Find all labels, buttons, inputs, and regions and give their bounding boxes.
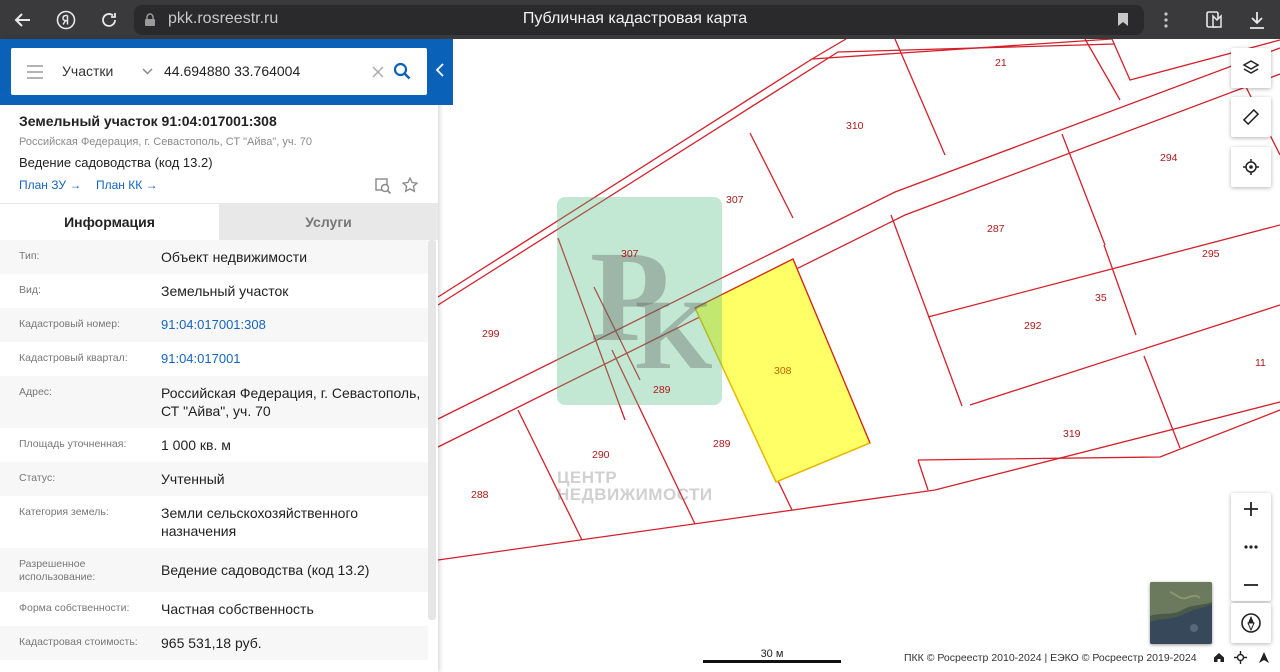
info-row-address: Адрес: Российская Федерация, г. Севастопо… bbox=[0, 376, 428, 428]
info-row-cadastral-number: Кадастровый номер: 91:04:017001:308 bbox=[0, 308, 428, 342]
search-bar: Участки 44.694880 33.764004 bbox=[0, 39, 453, 105]
search-input[interactable]: 44.694880 33.764004 bbox=[164, 63, 300, 79]
search-icon[interactable] bbox=[393, 62, 411, 80]
info-list: Тип: Объект недвижимости Вид: Земельный уч… bbox=[0, 240, 428, 672]
tab-information[interactable]: Информация bbox=[0, 203, 219, 240]
scale-bar bbox=[703, 660, 841, 663]
crosshair-icon bbox=[1243, 159, 1259, 175]
plan-kk-link[interactable]: План КК → bbox=[96, 178, 158, 192]
measure-button[interactable] bbox=[1231, 97, 1271, 137]
info-row-cadastral-value: Кадастровая стоимость: 965 531,18 руб. bbox=[0, 626, 428, 660]
parcel-label: 308 bbox=[774, 365, 792, 377]
info-row-kind: Вид: Земельный участок bbox=[19, 283, 289, 299]
parcel-label: 310 bbox=[846, 120, 864, 132]
search-category-select[interactable]: Участки bbox=[62, 63, 113, 79]
parcel-label: 288 bbox=[471, 489, 489, 501]
info-row-status: Статус: Учтенный bbox=[0, 462, 428, 496]
parcel-label: 290 bbox=[592, 449, 610, 461]
browser-bar: pkk.rosreestr.ru Публичная кадастровая к… bbox=[0, 0, 1280, 39]
parcel-label: 294 bbox=[1160, 152, 1178, 164]
locate-button[interactable] bbox=[1231, 147, 1271, 187]
parcel-label: 292 bbox=[1024, 320, 1042, 332]
compass-button[interactable] bbox=[1231, 603, 1271, 643]
parcel-label: 319 bbox=[1063, 428, 1081, 440]
zoom-controls bbox=[1231, 493, 1271, 601]
north-arrow-icon[interactable] bbox=[1258, 651, 1270, 664]
info-row-ownership: Форма собственности: Частная собственност… bbox=[19, 601, 314, 617]
more-dots-icon[interactable] bbox=[1243, 545, 1259, 549]
parcel-label: 289 bbox=[713, 438, 731, 450]
scale-label: 30 м bbox=[760, 648, 784, 660]
compass-icon bbox=[1241, 613, 1261, 633]
collections-icon[interactable] bbox=[1205, 10, 1225, 30]
panel-tabs: Информация Услуги bbox=[0, 203, 438, 240]
zoom-in-icon[interactable] bbox=[1243, 501, 1259, 517]
position-icon[interactable] bbox=[1234, 651, 1247, 664]
object-address: Российская Федерация, г. Севастополь, СТ… bbox=[19, 136, 312, 148]
chevron-down-icon[interactable] bbox=[142, 68, 153, 75]
home-icon[interactable] bbox=[1213, 652, 1225, 663]
layers-icon bbox=[1242, 60, 1260, 74]
tab-services[interactable]: Услуги bbox=[219, 203, 438, 240]
object-header: Земельный участок 91:04:017001:308 Росси… bbox=[0, 105, 438, 203]
parcel-label: 307 bbox=[621, 248, 639, 260]
parcel-label: 11 bbox=[1255, 357, 1266, 369]
parcel-label: 295 bbox=[1202, 248, 1220, 260]
minimap-satellite[interactable] bbox=[1150, 582, 1212, 644]
parcel-label: 307 bbox=[726, 194, 744, 206]
info-row-land-category: Категория земель: Земли сельскохозяйствен… bbox=[19, 505, 359, 539]
zoom-out-icon[interactable] bbox=[1243, 577, 1259, 593]
info-row-type: Тип: Объект недвижимости bbox=[0, 240, 428, 274]
cadastral-number-link[interactable]: 91:04:017001:308 bbox=[161, 308, 428, 342]
download-icon[interactable] bbox=[1248, 10, 1266, 30]
svg-text:K: K bbox=[635, 279, 713, 390]
plan-zu-link[interactable]: План ЗУ → bbox=[19, 178, 81, 192]
page-title: Публичная кадастровая карта bbox=[522, 10, 748, 27]
zoom-to-object-icon[interactable] bbox=[375, 178, 392, 194]
object-title: Земельный участок 91:04:017001:308 bbox=[19, 113, 277, 129]
satellite-thumbnail bbox=[1150, 582, 1212, 644]
info-row-area: Площадь уточненная: 1 000 кв. м bbox=[19, 437, 231, 453]
clear-icon[interactable] bbox=[372, 66, 384, 78]
watermark-text: ЦЕНТР НЕДВИЖИМОСТИ bbox=[557, 468, 713, 504]
object-purpose: Ведение садоводства (код 13.2) bbox=[19, 155, 213, 170]
menu-dots-icon[interactable] bbox=[1163, 11, 1169, 29]
layers-button[interactable] bbox=[1231, 48, 1271, 88]
parcel-label: 289 bbox=[653, 384, 671, 396]
hamburger-menu-icon[interactable] bbox=[26, 65, 44, 79]
parcel-label: 287 bbox=[987, 223, 1005, 235]
ruler-icon bbox=[1242, 108, 1260, 126]
parcel-label: 21 bbox=[995, 57, 1007, 69]
bookmark-icon[interactable] bbox=[1117, 12, 1129, 27]
search-box: Участки 44.694880 33.764004 bbox=[11, 48, 427, 95]
parcel-label: 35 bbox=[1095, 292, 1107, 304]
info-scrollbar[interactable] bbox=[428, 240, 436, 620]
object-panel: Участки 44.694880 33.764004 Земельный уч… bbox=[0, 39, 453, 672]
collapse-panel-icon[interactable] bbox=[436, 63, 444, 77]
info-row-permitted-use: Разрешенное использование: Ведение садово… bbox=[0, 548, 428, 592]
copyright-text: ПКК © Росреестр 2010-2024 | ЕЭКО © Росре… bbox=[904, 652, 1197, 664]
star-icon[interactable] bbox=[402, 177, 418, 193]
parcel-label: 299 bbox=[482, 328, 500, 340]
cadastral-quarter-link[interactable]: 91:04:017001 bbox=[161, 342, 428, 376]
info-row-cadastral-quarter: Кадастровый квартал: 91:04:017001 bbox=[0, 342, 428, 376]
